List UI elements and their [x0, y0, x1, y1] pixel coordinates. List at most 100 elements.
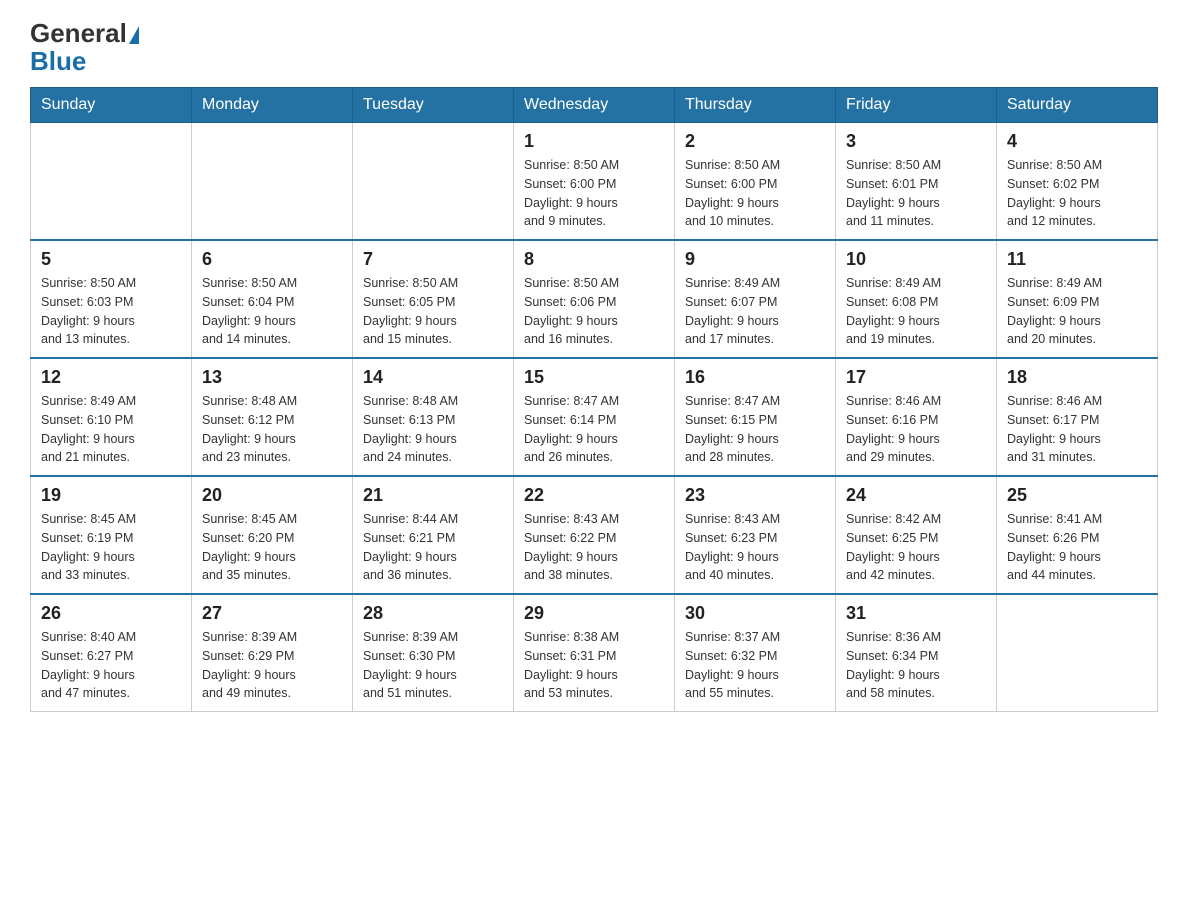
day-info: Sunrise: 8:43 AMSunset: 6:23 PMDaylight:… — [685, 510, 825, 585]
calendar-day-cell: 16 Sunrise: 8:47 AMSunset: 6:15 PMDayligh… — [675, 358, 836, 476]
day-number: 2 — [685, 131, 825, 152]
calendar-week-row: 19 Sunrise: 8:45 AMSunset: 6:19 PMDayligh… — [31, 476, 1158, 594]
calendar-day-cell: 19 Sunrise: 8:45 AMSunset: 6:19 PMDayligh… — [31, 476, 192, 594]
calendar-week-row: 1 Sunrise: 8:50 AMSunset: 6:00 PMDaylight… — [31, 123, 1158, 241]
day-info: Sunrise: 8:50 AMSunset: 6:01 PMDaylight:… — [846, 156, 986, 231]
day-info: Sunrise: 8:45 AMSunset: 6:20 PMDaylight:… — [202, 510, 342, 585]
calendar-day-cell — [997, 594, 1158, 712]
logo-blue-text: Blue — [30, 46, 86, 77]
day-info: Sunrise: 8:43 AMSunset: 6:22 PMDaylight:… — [524, 510, 664, 585]
day-info: Sunrise: 8:45 AMSunset: 6:19 PMDaylight:… — [41, 510, 181, 585]
day-number: 16 — [685, 367, 825, 388]
day-info: Sunrise: 8:39 AMSunset: 6:29 PMDaylight:… — [202, 628, 342, 703]
day-number: 15 — [524, 367, 664, 388]
day-info: Sunrise: 8:50 AMSunset: 6:00 PMDaylight:… — [524, 156, 664, 231]
calendar-day-cell: 13 Sunrise: 8:48 AMSunset: 6:12 PMDayligh… — [192, 358, 353, 476]
day-info: Sunrise: 8:50 AMSunset: 6:05 PMDaylight:… — [363, 274, 503, 349]
day-info: Sunrise: 8:49 AMSunset: 6:09 PMDaylight:… — [1007, 274, 1147, 349]
day-info: Sunrise: 8:38 AMSunset: 6:31 PMDaylight:… — [524, 628, 664, 703]
calendar-day-cell: 10Sunrise: 8:49 AMSunset: 6:08 PMDayligh… — [836, 240, 997, 358]
day-number: 26 — [41, 603, 181, 624]
calendar-day-cell: 15 Sunrise: 8:47 AMSunset: 6:14 PMDayligh… — [514, 358, 675, 476]
calendar-day-cell: 14 Sunrise: 8:48 AMSunset: 6:13 PMDayligh… — [353, 358, 514, 476]
day-info: Sunrise: 8:50 AMSunset: 6:03 PMDaylight:… — [41, 274, 181, 349]
day-info: Sunrise: 8:50 AMSunset: 6:02 PMDaylight:… — [1007, 156, 1147, 231]
day-number: 9 — [685, 249, 825, 270]
logo-triangle-icon — [129, 26, 139, 44]
day-info: Sunrise: 8:49 AMSunset: 6:10 PMDaylight:… — [41, 392, 181, 467]
calendar-day-cell: 12 Sunrise: 8:49 AMSunset: 6:10 PMDayligh… — [31, 358, 192, 476]
day-of-week-header: Tuesday — [353, 88, 514, 123]
calendar-day-cell: 25 Sunrise: 8:41 AMSunset: 6:26 PMDayligh… — [997, 476, 1158, 594]
day-number: 31 — [846, 603, 986, 624]
calendar-day-cell: 11 Sunrise: 8:49 AMSunset: 6:09 PMDayligh… — [997, 240, 1158, 358]
calendar-day-cell — [192, 123, 353, 241]
day-info: Sunrise: 8:39 AMSunset: 6:30 PMDaylight:… — [363, 628, 503, 703]
day-number: 19 — [41, 485, 181, 506]
calendar-day-cell: 17Sunrise: 8:46 AMSunset: 6:16 PMDayligh… — [836, 358, 997, 476]
calendar-day-cell — [31, 123, 192, 241]
day-number: 25 — [1007, 485, 1147, 506]
calendar-day-cell: 18 Sunrise: 8:46 AMSunset: 6:17 PMDayligh… — [997, 358, 1158, 476]
day-of-week-header: Saturday — [997, 88, 1158, 123]
day-of-week-header: Sunday — [31, 88, 192, 123]
day-info: Sunrise: 8:46 AMSunset: 6:17 PMDaylight:… — [1007, 392, 1147, 467]
day-info: Sunrise: 8:41 AMSunset: 6:26 PMDaylight:… — [1007, 510, 1147, 585]
day-number: 29 — [524, 603, 664, 624]
calendar-day-cell: 29 Sunrise: 8:38 AMSunset: 6:31 PMDayligh… — [514, 594, 675, 712]
day-info: Sunrise: 8:37 AMSunset: 6:32 PMDaylight:… — [685, 628, 825, 703]
day-number: 13 — [202, 367, 342, 388]
day-number: 1 — [524, 131, 664, 152]
logo-general-text: General — [30, 20, 127, 46]
calendar-day-cell: 21Sunrise: 8:44 AMSunset: 6:21 PMDayligh… — [353, 476, 514, 594]
day-info: Sunrise: 8:49 AMSunset: 6:08 PMDaylight:… — [846, 274, 986, 349]
day-number: 4 — [1007, 131, 1147, 152]
day-number: 7 — [363, 249, 503, 270]
day-number: 30 — [685, 603, 825, 624]
day-info: Sunrise: 8:50 AMSunset: 6:04 PMDaylight:… — [202, 274, 342, 349]
calendar-day-cell: 5 Sunrise: 8:50 AMSunset: 6:03 PMDaylight… — [31, 240, 192, 358]
calendar-day-cell: 9Sunrise: 8:49 AMSunset: 6:07 PMDaylight… — [675, 240, 836, 358]
day-info: Sunrise: 8:47 AMSunset: 6:14 PMDaylight:… — [524, 392, 664, 467]
calendar-day-cell: 24Sunrise: 8:42 AMSunset: 6:25 PMDayligh… — [836, 476, 997, 594]
day-of-week-header: Friday — [836, 88, 997, 123]
calendar-day-cell: 8Sunrise: 8:50 AMSunset: 6:06 PMDaylight… — [514, 240, 675, 358]
calendar-week-row: 12 Sunrise: 8:49 AMSunset: 6:10 PMDayligh… — [31, 358, 1158, 476]
day-of-week-header: Monday — [192, 88, 353, 123]
calendar-day-cell: 6 Sunrise: 8:50 AMSunset: 6:04 PMDaylight… — [192, 240, 353, 358]
day-number: 5 — [41, 249, 181, 270]
day-number: 8 — [524, 249, 664, 270]
day-number: 17 — [846, 367, 986, 388]
day-number: 12 — [41, 367, 181, 388]
calendar-week-row: 5 Sunrise: 8:50 AMSunset: 6:03 PMDaylight… — [31, 240, 1158, 358]
calendar-day-cell: 26Sunrise: 8:40 AMSunset: 6:27 PMDayligh… — [31, 594, 192, 712]
day-number: 11 — [1007, 249, 1147, 270]
calendar-day-cell: 30 Sunrise: 8:37 AMSunset: 6:32 PMDayligh… — [675, 594, 836, 712]
calendar-day-cell: 28Sunrise: 8:39 AMSunset: 6:30 PMDayligh… — [353, 594, 514, 712]
calendar-day-cell: 23 Sunrise: 8:43 AMSunset: 6:23 PMDayligh… — [675, 476, 836, 594]
calendar-table: SundayMondayTuesdayWednesdayThursdayFrid… — [30, 87, 1158, 712]
day-number: 27 — [202, 603, 342, 624]
calendar-day-cell: 2 Sunrise: 8:50 AMSunset: 6:00 PMDaylight… — [675, 123, 836, 241]
day-number: 6 — [202, 249, 342, 270]
calendar-day-cell: 3 Sunrise: 8:50 AMSunset: 6:01 PMDaylight… — [836, 123, 997, 241]
day-info: Sunrise: 8:47 AMSunset: 6:15 PMDaylight:… — [685, 392, 825, 467]
day-info: Sunrise: 8:50 AMSunset: 6:00 PMDaylight:… — [685, 156, 825, 231]
calendar-day-cell: 20 Sunrise: 8:45 AMSunset: 6:20 PMDayligh… — [192, 476, 353, 594]
day-number: 20 — [202, 485, 342, 506]
day-info: Sunrise: 8:48 AMSunset: 6:13 PMDaylight:… — [363, 392, 503, 467]
day-info: Sunrise: 8:48 AMSunset: 6:12 PMDaylight:… — [202, 392, 342, 467]
calendar-day-cell: 27 Sunrise: 8:39 AMSunset: 6:29 PMDayligh… — [192, 594, 353, 712]
day-number: 22 — [524, 485, 664, 506]
calendar-day-cell: 31Sunrise: 8:36 AMSunset: 6:34 PMDayligh… — [836, 594, 997, 712]
calendar-day-cell — [353, 123, 514, 241]
day-number: 14 — [363, 367, 503, 388]
calendar-week-row: 26Sunrise: 8:40 AMSunset: 6:27 PMDayligh… — [31, 594, 1158, 712]
day-number: 24 — [846, 485, 986, 506]
day-number: 18 — [1007, 367, 1147, 388]
day-number: 23 — [685, 485, 825, 506]
calendar-day-cell: 4 Sunrise: 8:50 AMSunset: 6:02 PMDaylight… — [997, 123, 1158, 241]
day-number: 21 — [363, 485, 503, 506]
calendar-header-row: SundayMondayTuesdayWednesdayThursdayFrid… — [31, 88, 1158, 123]
day-number: 3 — [846, 131, 986, 152]
